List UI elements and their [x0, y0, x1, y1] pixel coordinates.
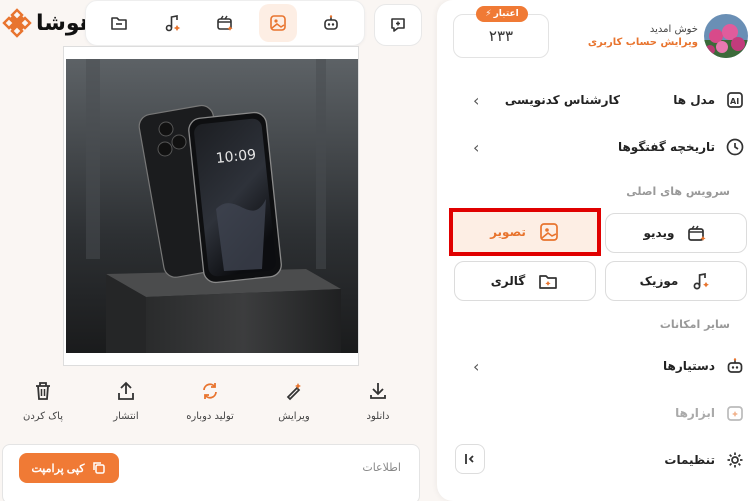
service-music-card[interactable]: موزیک: [605, 261, 747, 301]
chat-history-item[interactable]: ‹ تاریخچه گفتگوها: [467, 135, 745, 159]
share-label: انتشار: [113, 411, 139, 422]
service-music-label: موزیک: [639, 274, 679, 288]
folder-icon: [110, 17, 127, 30]
gallery-folder-icon: [539, 275, 558, 289]
assistants-label: دستیارها: [663, 359, 715, 373]
generated-image[interactable]: 10:09: [66, 59, 358, 353]
generated-image-frame: 10:09: [63, 46, 359, 366]
chat-add-icon: [391, 18, 405, 32]
ai-chip-icon: AI: [727, 92, 743, 108]
edit-profile-link[interactable]: ویرایش حساب کاربری: [588, 37, 698, 48]
tools-item[interactable]: ابزارها: [467, 401, 745, 425]
service-gallery-label: گالری: [490, 274, 526, 288]
regenerate-button[interactable]: تولید دوباره: [170, 380, 250, 422]
logo-mark-icon: [2, 8, 32, 38]
edit-label: ویرایش: [278, 411, 310, 422]
models-value: کارشناس کدنویسی: [504, 93, 620, 107]
refresh-icon: [203, 383, 217, 399]
user-profile: خوش امدید ویرایش حساب کاربری: [588, 14, 748, 58]
info-panel: اطلاعات کپی پرامپت: [2, 444, 420, 501]
chevron-left-icon: ‹: [473, 357, 480, 376]
gear-icon: [727, 452, 743, 468]
image-icon: [270, 15, 286, 31]
sidebar: ⚡ اعتبار ۲۳۳ خوش امدید ویرایش حساب کاربر…: [437, 0, 752, 501]
service-image-label: تصویر: [490, 225, 526, 239]
new-chat-button[interactable]: [374, 4, 422, 46]
settings-item[interactable]: تنظیمات: [467, 448, 745, 472]
service-image-card[interactable]: تصویر: [449, 208, 601, 256]
welcome-text: خوش امدید: [649, 24, 698, 35]
image-actions-bar: دانلود ویرایش تولید دوباره انتشار پاک کر…: [0, 380, 430, 430]
folder-button[interactable]: [100, 4, 138, 42]
share-button[interactable]: انتشار: [86, 380, 166, 422]
top-toolbar: [85, 0, 365, 46]
copy-prompt-button[interactable]: کپی پرامپت: [19, 453, 119, 483]
history-label: تاریخچه گفتگوها: [617, 140, 715, 154]
regenerate-label: تولید دوباره: [186, 411, 234, 422]
music-icon: [693, 272, 710, 290]
download-icon: [370, 383, 386, 399]
edit-button[interactable]: ویرایش: [254, 380, 334, 422]
settings-label: تنظیمات: [664, 453, 715, 467]
bolt-icon: ⚡: [485, 9, 492, 19]
music-icon: [165, 15, 180, 32]
service-gallery-card[interactable]: گالری: [454, 261, 596, 301]
download-label: دانلود: [366, 411, 390, 422]
edit-magic-icon: [286, 383, 301, 401]
download-button[interactable]: دانلود: [338, 380, 418, 422]
image-button[interactable]: [259, 4, 298, 42]
credit-value: ۲۳۳: [488, 27, 514, 45]
clock-icon: [726, 138, 744, 156]
chevron-left-icon: ‹: [473, 138, 480, 157]
service-video-label: ویدیو: [643, 226, 675, 240]
robot-icon: [324, 15, 339, 30]
video-button[interactable]: [206, 4, 244, 42]
service-video-card[interactable]: ویدیو: [605, 213, 747, 253]
models-selector[interactable]: ‹ کارشناس کدنویسی مدل ها AI: [467, 88, 745, 112]
credit-badge: ⚡ اعتبار: [476, 6, 528, 22]
avatar[interactable]: [704, 14, 748, 58]
collapse-sidebar-button[interactable]: [455, 444, 485, 474]
share-icon: [118, 381, 134, 400]
assistants-item[interactable]: ‹ دستیارها: [467, 354, 745, 378]
credit-label: اعتبار: [493, 9, 519, 19]
app-logo[interactable]: هوشا: [2, 8, 95, 38]
video-icon: [688, 225, 707, 241]
video-icon: [217, 15, 233, 31]
collapse-icon: [465, 454, 474, 464]
delete-label: پاک کردن: [22, 411, 64, 422]
robot-icon: [727, 358, 743, 373]
svg-text:AI: AI: [730, 97, 739, 106]
copy-icon: [93, 462, 106, 474]
main-services-title: سرویس های اصلی: [626, 185, 730, 198]
models-label: مدل ها: [673, 93, 715, 107]
tools-icon: [727, 406, 743, 421]
credit-box[interactable]: ⚡ اعتبار ۲۳۳: [453, 6, 549, 58]
avatar-image: [704, 14, 748, 58]
trash-icon: [36, 382, 50, 400]
delete-button[interactable]: پاک کردن: [3, 380, 83, 422]
tools-label: ابزارها: [675, 406, 715, 420]
image-icon: [540, 223, 558, 241]
robot-button[interactable]: [312, 4, 350, 42]
info-title: اطلاعات: [362, 461, 401, 474]
copy-prompt-label: کپی پرامپت: [31, 462, 85, 475]
music-button[interactable]: [153, 4, 191, 42]
chevron-left-icon: ‹: [473, 91, 480, 110]
other-features-title: سایر امکانات: [659, 318, 730, 331]
